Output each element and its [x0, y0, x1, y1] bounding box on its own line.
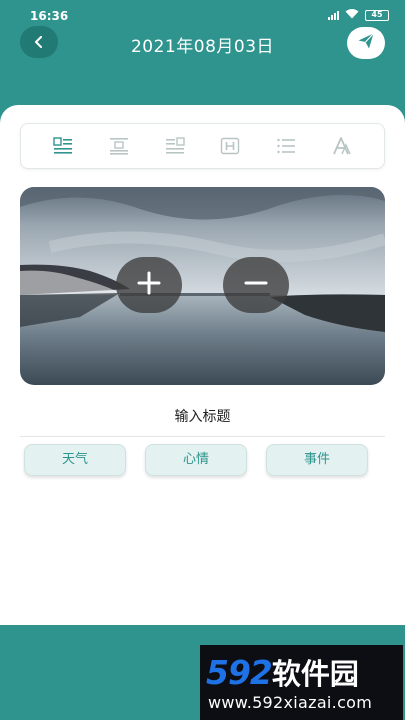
format-toolbar	[20, 123, 385, 169]
watermark-logo-number: 592	[206, 653, 273, 692]
wifi-icon	[345, 8, 359, 22]
signal-icon	[328, 10, 339, 20]
paper-plane-icon	[357, 32, 375, 54]
align-center-icon[interactable]	[107, 134, 131, 158]
title-input[interactable]: 输入标题	[20, 405, 385, 437]
zoom-out-button[interactable]	[223, 257, 289, 313]
watermark-url: www.592xiazai.com	[208, 693, 373, 712]
battery-icon: 45	[365, 9, 389, 21]
font-icon[interactable]	[330, 134, 354, 158]
align-right-icon[interactable]	[163, 134, 187, 158]
zoom-in-button[interactable]	[116, 257, 182, 313]
lake-photo	[20, 187, 385, 385]
editor-card: 输入标题 天气 心情 事件	[0, 105, 405, 625]
minus-icon	[244, 271, 268, 299]
event-tag-button[interactable]: 事件	[266, 444, 368, 476]
mood-tag-button[interactable]: 心情	[145, 444, 247, 476]
page-title: 2021年08月03日	[130, 37, 275, 57]
watermark-logo: 592软件园	[206, 651, 359, 693]
tag-buttons: 天气 心情 事件	[24, 444, 370, 478]
list-icon[interactable]	[274, 134, 298, 158]
header: 2021年08月03日	[0, 26, 405, 62]
watermark: 592软件园 www.592xiazai.com	[200, 645, 403, 720]
send-button[interactable]	[347, 27, 385, 59]
status-icons: 45	[328, 8, 389, 22]
weather-tag-button[interactable]: 天气	[24, 444, 126, 476]
align-left-icon[interactable]	[51, 134, 75, 158]
watermark-logo-text: 软件园	[271, 657, 359, 691]
heading-icon[interactable]	[218, 134, 242, 158]
status-time: 16:36	[30, 9, 69, 23]
plus-icon	[137, 271, 161, 299]
